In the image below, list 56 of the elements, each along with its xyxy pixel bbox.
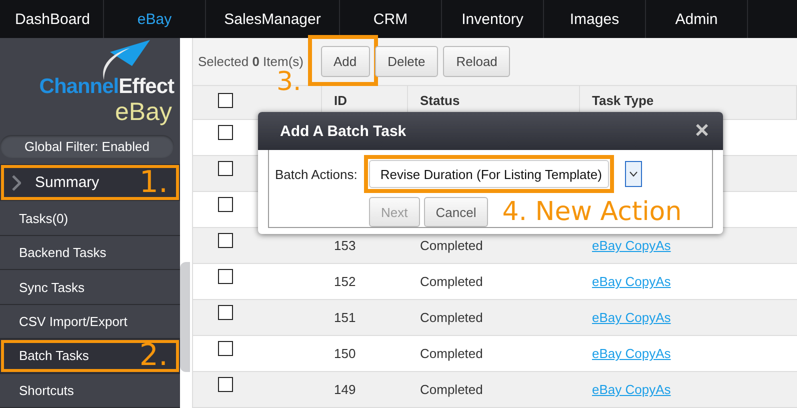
select-all-checkbox[interactable] [218,93,233,108]
table-cell: 152 [334,274,356,289]
table-cell: 150 [334,346,356,361]
field-label: Batch Actions: [275,166,358,182]
toolbar-button[interactable]: Add [320,46,370,77]
toolbar-button[interactable]: Reload [443,46,510,77]
column-header[interactable]: ID [334,93,347,108]
logo-product-text: eBay [115,98,172,125]
sidebar-item-label: Backend Tasks [19,245,106,260]
row-checkbox[interactable] [218,125,233,140]
dialog-button[interactable]: Cancel [424,197,488,227]
sidebar-item[interactable]: Shortcuts [0,374,180,408]
table-cell: Completed [420,238,483,253]
toolbar-button[interactable]: Delete [374,46,438,77]
column-header[interactable]: Status [420,93,460,108]
row-checkbox[interactable] [218,197,233,212]
close-button[interactable]: × [694,117,709,145]
callout-number: 3. [276,68,302,96]
dialog-title: Add A Batch Task [280,122,406,140]
selection-count: Selected 0 Item(s) [198,54,304,69]
batch-action-select[interactable]: Revise Duration (For Listing Template) [369,160,610,188]
row-checkbox[interactable] [218,305,233,320]
table-row[interactable]: 151 Completed eBay CopyAs [193,300,797,336]
table-cell: Completed [420,382,483,397]
splitter-handle[interactable] [180,262,190,372]
callout-number: 1. [139,165,168,200]
chevron-down-icon [629,171,638,177]
table-cell: 151 [334,310,356,325]
chevron-icon [12,174,21,191]
sidebar-item-label: CSV Import/Export [19,314,128,329]
table-cell: Completed [420,310,483,325]
row-checkbox[interactable] [218,377,233,392]
sidebar-item-label: Batch Tasks [19,348,89,364]
logo-text: Effect [118,74,174,99]
summary-label: Summary [35,174,100,192]
dropdown-button[interactable] [625,161,642,187]
callout-text: 4. New Action [502,197,682,227]
sidebar-item[interactable]: Batch Tasks 2. [0,339,180,374]
sidebar-item-label: Shortcuts [19,382,74,398]
table-cell: 149 [334,382,356,397]
logo-text: Channel [39,74,119,99]
table-cell: 153 [334,238,356,253]
sidebar-item-label: Sync Tasks [19,280,85,295]
row-checkbox[interactable] [218,233,233,248]
row-checkbox[interactable] [218,341,233,356]
global-filter-badge[interactable]: Global Filter: Enabled [0,134,174,158]
summary-menu-header[interactable]: Summary 1. [0,164,180,202]
sidebar-item[interactable]: CSV Import/Export [0,304,180,340]
table-row[interactable]: 149 Completed eBay CopyAs [193,372,797,408]
callout-number: 2. [139,338,168,374]
sidebar-item-label: Tasks(0) [19,210,68,226]
table-cell: Completed [420,346,483,361]
table-cell: Completed [420,274,483,289]
column-header[interactable]: Task Type [592,93,654,108]
row-checkbox[interactable] [218,269,233,284]
row-checkbox[interactable] [218,161,233,176]
